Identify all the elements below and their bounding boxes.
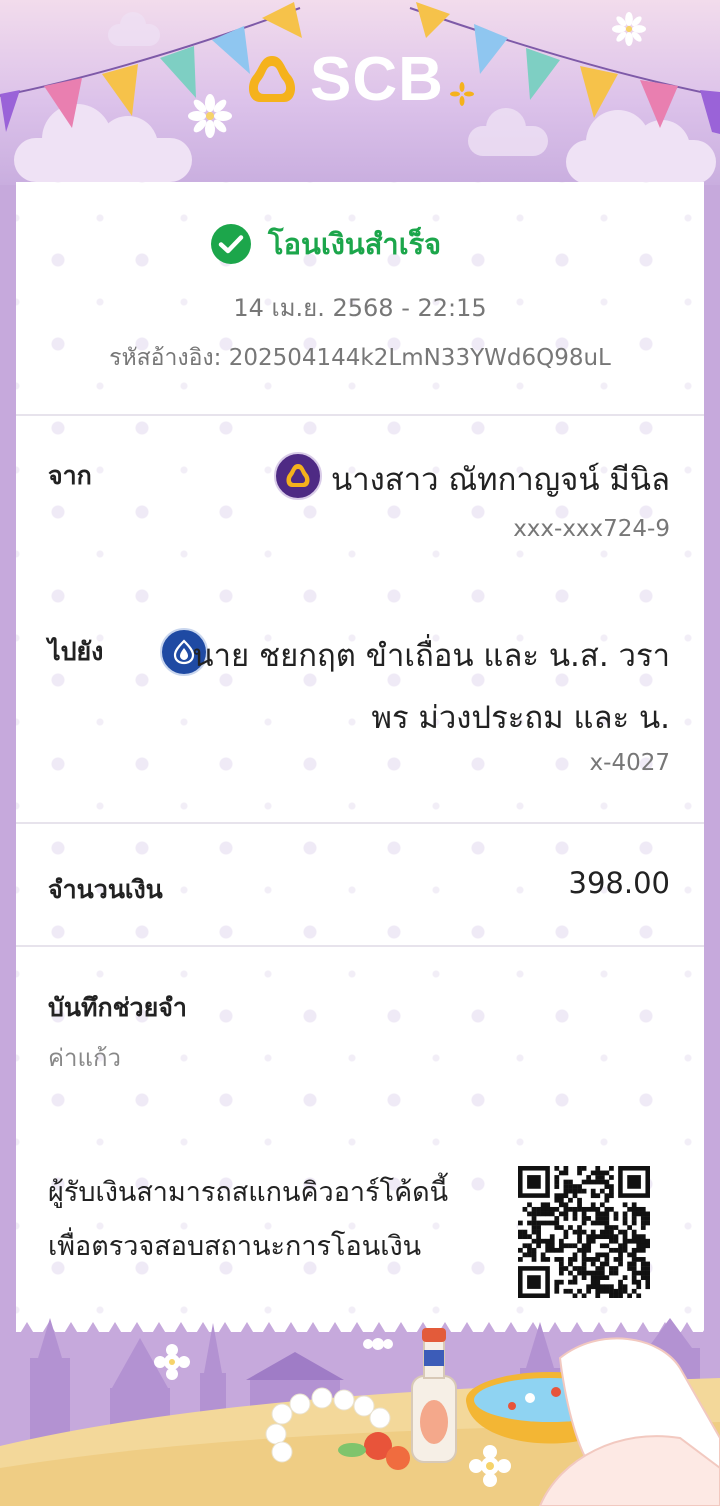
cloud-decoration xyxy=(14,104,192,182)
memo-label: บันทึกช่วยจำ xyxy=(48,993,187,1022)
sender-name: นางสาว ณัทกาญจน์ มีนิล xyxy=(331,462,670,498)
memo-value: ค่าแก้ว xyxy=(48,1044,122,1072)
cloud-decoration xyxy=(566,110,716,184)
recipient-name-line2: พร ม่วงประถม และ น. xyxy=(371,700,670,736)
transfer-slip-card: โอนเงินสำเร็จ 14 เม.ย. 2568 - 22:15 รหัส… xyxy=(16,182,704,1332)
transfer-status: โอนเงินสำเร็จ xyxy=(210,222,441,266)
amount-label: จำนวนเงิน xyxy=(48,875,163,904)
scb-logo: SCB xyxy=(244,48,474,112)
brand-name: SCB xyxy=(310,45,444,114)
reference-row: รหัสอ้างอิง: 202504144k2LmN33YWd6Q98uL xyxy=(16,340,704,376)
recipient-name-line1: นาย ชยกฤต ขำเถื่อน และ น.ส. วรา xyxy=(192,638,670,674)
scb-logo-icon xyxy=(248,56,296,102)
status-text: โอนเงินสำเร็จ xyxy=(268,227,442,261)
scb-bank-icon xyxy=(274,452,322,500)
divider xyxy=(16,945,704,947)
qr-instruction-line2: เพื่อตรวจสอบสถานะการโอนเงิน xyxy=(48,1231,422,1262)
divider xyxy=(16,414,704,416)
qr-instruction: ผู้รับเงินสามารถสแกนคิวอาร์โค้ดนี้ เพื่อ… xyxy=(48,1166,488,1274)
verification-qr-code xyxy=(518,1166,650,1298)
recipient-account: x-4027 xyxy=(589,750,670,776)
reference-label: รหัสอ้างอิง: xyxy=(109,345,222,371)
jasmine-flower-icon xyxy=(612,12,646,46)
transaction-datetime: 14 เม.ย. 2568 - 22:15 xyxy=(233,294,487,322)
sender-account: xxx-xxx724-9 xyxy=(513,516,670,542)
reference-value: 202504144k2LmN33YWd6Q98uL xyxy=(228,345,611,371)
to-label: ไปยัง xyxy=(48,637,104,666)
songkran-footer-illustration xyxy=(0,1318,720,1506)
qr-instruction-line1: ผู้รับเงินสามารถสแกนคิวอาร์โค้ดนี้ xyxy=(48,1177,449,1208)
amount-value: 398.00 xyxy=(568,866,670,900)
sparkle-icon xyxy=(449,82,474,106)
divider xyxy=(16,822,704,824)
header-banner: SCB xyxy=(0,0,720,185)
check-circle-icon xyxy=(211,224,251,264)
jasmine-flower-icon xyxy=(188,94,232,138)
from-label: จาก xyxy=(48,461,92,490)
